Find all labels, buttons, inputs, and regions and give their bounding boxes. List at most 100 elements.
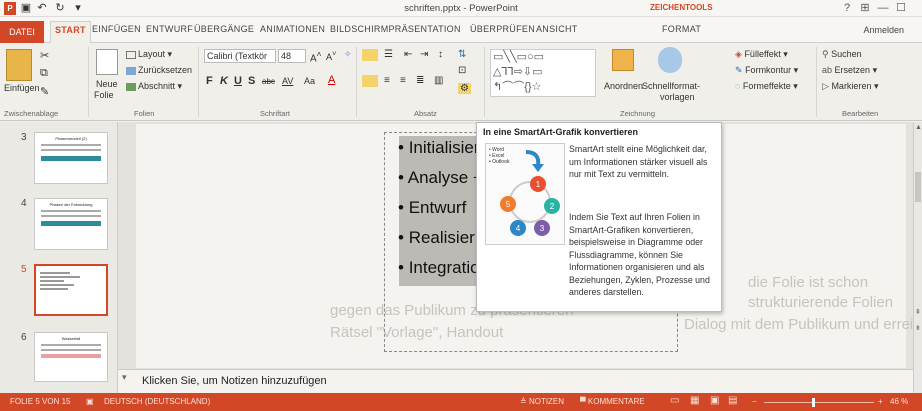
format-painter-icon[interactable]: ✎ (40, 85, 49, 98)
zoom-out-icon[interactable]: − (752, 397, 757, 406)
slide-thumbnail-4[interactable]: Phasen der Entwicklung (34, 198, 108, 250)
font-name-select[interactable]: Calibri (Textkör (204, 49, 276, 63)
bold-button[interactable]: F (206, 75, 213, 87)
tab-start[interactable]: START (50, 21, 91, 43)
slide-sorter-icon[interactable]: ▦ (690, 395, 699, 406)
new-slide-button[interactable]: Neue (96, 79, 118, 89)
font-color-icon[interactable]: A (328, 74, 335, 86)
bullets-icon[interactable] (362, 49, 378, 61)
arrange-button[interactable]: Anordnen (604, 81, 643, 91)
decrease-indent-icon[interactable]: ⇤ (404, 49, 412, 60)
scroll-up-icon[interactable]: ▲ (915, 124, 922, 131)
tab-review[interactable]: ÜBERPRÜFEN (470, 24, 535, 34)
thumbnail-line (41, 344, 101, 346)
thumbnail-line (41, 210, 101, 212)
increase-indent-icon[interactable]: ⇥ (420, 49, 428, 60)
tab-transitions[interactable]: ÜBERGÄNGE (194, 24, 254, 34)
shape-fill-button[interactable]: ◈ Fülleffekt ▾ (735, 49, 788, 60)
scroll-thumb[interactable] (915, 172, 921, 202)
thumbnail-title: Phasenmodell (2) (55, 136, 87, 141)
tab-slideshow[interactable]: BILDSCHIRMPRÄSENTATION (330, 24, 461, 34)
text-direction-icon[interactable]: ⇅ (458, 49, 466, 60)
copy-icon[interactable]: ⧉ (40, 67, 48, 80)
slide-thumbnail-5[interactable] (34, 264, 108, 316)
slideshow-icon[interactable]: ▤ (728, 395, 737, 406)
help-button[interactable]: ? (840, 1, 854, 15)
previous-slide-icon[interactable]: ⇞ (915, 308, 921, 316)
cut-icon[interactable]: ✂ (40, 49, 49, 62)
shrink-font-icon[interactable]: A˅ (326, 49, 336, 62)
zoom-slider-thumb[interactable] (812, 398, 815, 407)
shape-effects-button[interactable]: ◌ Formeffekte ▾ (735, 81, 798, 92)
shadow-button[interactable]: S (248, 75, 255, 87)
tab-view[interactable]: ANSICHT (536, 24, 578, 34)
ribbon-display-icon[interactable]: ⊞ (858, 1, 872, 15)
notes-placeholder: Klicken Sie, um Notizen hinzuzufügen (142, 375, 327, 387)
paste-icon (6, 49, 32, 81)
justify-icon[interactable]: ≣ (416, 75, 424, 86)
cycle-number: 5 (506, 200, 511, 209)
numbering-icon[interactable]: ☰ (384, 49, 393, 60)
align-left-icon[interactable] (362, 75, 378, 87)
tab-design[interactable]: ENTWURF (146, 24, 193, 34)
tooltip-description-1: SmartArt stellt eine Möglichkeit dar, um… (569, 144, 708, 179)
quick-styles-button[interactable]: Schnellformat- (642, 81, 700, 91)
slide-thumbnail-6[interactable]: Wasserfall (34, 332, 108, 382)
minimize-button[interactable]: — (876, 1, 890, 15)
normal-view-icon[interactable]: ▭ (670, 395, 679, 406)
shape-outline-button[interactable]: ✎ Formkontur ▾ (735, 65, 798, 76)
tab-insert[interactable]: EINFÜGEN (92, 24, 141, 34)
spellcheck-icon[interactable]: ▣ (86, 397, 94, 406)
language-indicator[interactable]: DEUTSCH (DEUTSCHLAND) (104, 397, 210, 406)
separator (816, 47, 817, 117)
drawing-tools-label: ZEICHENTOOLS (650, 3, 713, 12)
columns-icon[interactable]: ▥ (434, 75, 443, 86)
background-text: strukturierende Folien (748, 294, 894, 311)
character-spacing-button[interactable]: AV (282, 76, 293, 86)
underline-button[interactable]: U (234, 75, 242, 87)
font-size-select[interactable]: 48 (278, 49, 306, 63)
font-group-label: Schriftart (260, 109, 291, 118)
notes-toggle[interactable]: ≙ NOTIZEN (520, 397, 564, 406)
line-spacing-icon[interactable]: ↕ (438, 49, 443, 60)
section-label: Abschnitt (138, 81, 176, 91)
paste-button[interactable]: Einfügen (4, 83, 40, 93)
slide-thumbnail-3[interactable]: Phasenmodell (2) (34, 132, 108, 184)
tab-animations[interactable]: ANIMATIONEN (260, 24, 325, 34)
select-button[interactable]: ▷ Markieren ▾ (822, 81, 878, 92)
change-case-button[interactable]: Aa (304, 76, 315, 86)
clear-format-icon[interactable]: ✧ (344, 49, 352, 60)
convert-smartart-icon[interactable]: ⚙ (458, 83, 471, 94)
thumbnail-bar (41, 221, 101, 226)
align-text-icon[interactable]: ⊡ (458, 65, 466, 76)
tab-file[interactable]: DATEI (0, 21, 44, 43)
strikethrough-button[interactable]: abc (262, 77, 275, 86)
align-center-icon[interactable]: ≡ (384, 75, 390, 86)
section-button[interactable]: Abschnitt ▾ (126, 81, 182, 92)
vertical-scrollbar[interactable]: ▲ ⇞ ⇟ (913, 122, 922, 393)
background-text: Dialog mit dem Publikum und erreichen (684, 316, 922, 333)
grow-font-icon[interactable]: A˄ (310, 49, 322, 64)
separator (356, 47, 357, 117)
shapes-gallery[interactable]: ▭╲╲▭○▭ △⅂⅂⇨⇩▭ ↰⌒⌒{}☆ (490, 49, 596, 97)
layout-icon (126, 50, 136, 59)
align-right-icon[interactable]: ≡ (400, 75, 406, 86)
notes-pane[interactable]: ▾ Klicken Sie, um Notizen hinzuzufügen (118, 369, 913, 393)
layout-button[interactable]: Layout ▾ (126, 49, 172, 60)
comments-toggle[interactable]: ▀ KOMMENTARE (580, 397, 645, 406)
zoom-in-icon[interactable]: + (878, 397, 883, 406)
tab-format[interactable]: FORMAT (662, 24, 701, 34)
bullet-text: Entwurf (408, 198, 467, 217)
cycle-number: 4 (516, 224, 521, 233)
zoom-level[interactable]: 46 % (890, 397, 908, 406)
reset-button[interactable]: Zurücksetzen (126, 65, 192, 75)
maximize-button[interactable]: ☐ (894, 1, 908, 15)
next-slide-icon[interactable]: ⇟ (915, 324, 921, 332)
italic-button[interactable]: K (220, 75, 228, 87)
find-button[interactable]: ⚲ Suchen (822, 49, 862, 60)
zoom-slider[interactable] (764, 402, 874, 403)
collapse-notes-icon[interactable]: ▾ (122, 372, 127, 383)
replace-button[interactable]: ab Ersetzen ▾ (822, 65, 877, 76)
reading-view-icon[interactable]: ▣ (710, 395, 719, 406)
sign-in-link[interactable]: Anmelden (863, 25, 904, 35)
